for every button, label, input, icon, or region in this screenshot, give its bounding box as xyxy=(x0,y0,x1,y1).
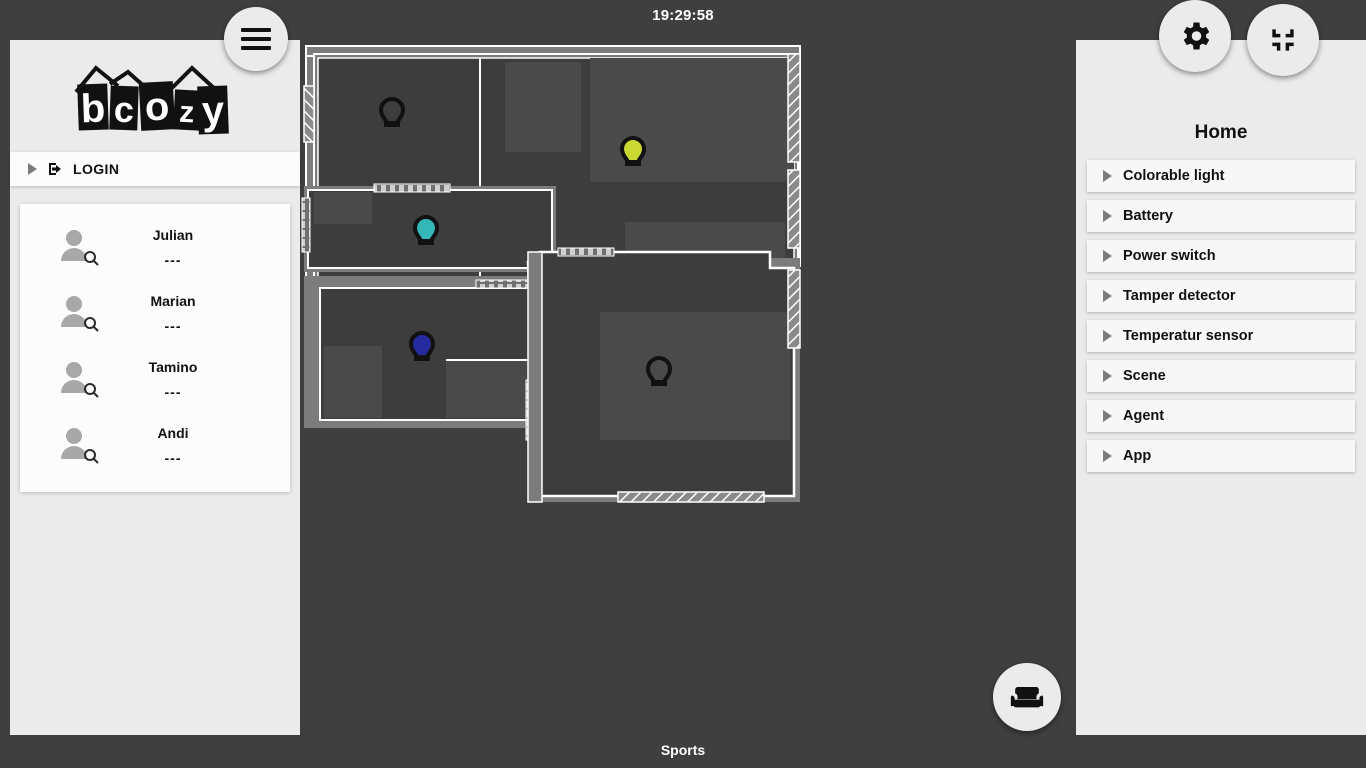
list-item[interactable]: Andi --- xyxy=(20,412,290,478)
triangle-right-icon xyxy=(1103,170,1112,182)
triangle-right-icon xyxy=(1103,370,1112,382)
window xyxy=(617,491,765,503)
person-search-icon xyxy=(60,359,102,399)
list-item[interactable]: Marian --- xyxy=(20,280,290,346)
user-name: Julian xyxy=(152,226,194,243)
settings-button[interactable] xyxy=(1159,0,1231,72)
door-opening xyxy=(373,183,451,193)
window xyxy=(303,85,315,143)
menu-icon xyxy=(241,28,271,50)
sidebar-item-temperature-sensor[interactable]: Temperatur sensor xyxy=(1087,320,1355,352)
user-name: Andi xyxy=(157,424,189,441)
left-sidebar: b c o z y LOGIN Julian --- Marian --- Ta… xyxy=(10,40,300,735)
svg-text:b: b xyxy=(80,87,106,132)
svg-text:o: o xyxy=(144,84,171,129)
triangle-right-icon xyxy=(1103,330,1112,342)
menu-button[interactable] xyxy=(224,7,288,71)
list-item[interactable]: Julian --- xyxy=(20,214,290,280)
sidebar-item-label: Power switch xyxy=(1123,248,1216,264)
exit-fullscreen-button[interactable] xyxy=(1247,4,1319,76)
svg-text:y: y xyxy=(201,89,226,134)
sidebar-item-label: Colorable light xyxy=(1123,168,1225,184)
sidebar-item-label: Tamper detector xyxy=(1123,288,1236,304)
triangle-right-icon xyxy=(1103,410,1112,422)
sidebar-item-power-switch[interactable]: Power switch xyxy=(1087,240,1355,272)
right-sidebar: Home Colorable light Battery Power switc… xyxy=(1076,40,1366,735)
user-name: Marian xyxy=(150,292,196,309)
sidebar-item-colorable-light[interactable]: Colorable light xyxy=(1087,160,1355,192)
door-opening xyxy=(475,279,533,289)
sidebar-item-label: Agent xyxy=(1123,408,1165,424)
bottom-status-label: Sports xyxy=(660,742,706,758)
user-status: --- xyxy=(164,383,182,400)
sidebar-item-label: Temperatur sensor xyxy=(1123,328,1254,344)
sidebar-item-battery[interactable]: Battery xyxy=(1087,200,1355,232)
login-icon xyxy=(49,163,61,175)
list-item[interactable]: Tamino --- xyxy=(20,346,290,412)
window xyxy=(787,169,801,249)
sidebar-item-tamper-detector[interactable]: Tamper detector xyxy=(1087,280,1355,312)
user-status: --- xyxy=(164,449,182,466)
window xyxy=(301,197,311,253)
light-hallway[interactable] xyxy=(412,214,440,245)
svg-text:c: c xyxy=(113,89,134,131)
bcozy-logo-icon: b c o z y xyxy=(74,65,229,135)
user-name: Tamino xyxy=(148,358,198,375)
triangle-right-icon xyxy=(28,163,37,175)
floorplan-svg[interactable] xyxy=(300,40,1076,735)
person-search-icon xyxy=(60,227,102,267)
person-search-icon xyxy=(60,293,102,333)
room-livingroom[interactable] xyxy=(526,250,800,502)
sidebar-item-label: App xyxy=(1123,448,1152,464)
triangle-right-icon xyxy=(1103,210,1112,222)
compress-icon xyxy=(1272,29,1294,51)
triangle-right-icon xyxy=(1103,250,1112,262)
user-status: --- xyxy=(164,251,182,268)
smart-home-dashboard: b c o z y LOGIN Julian --- Marian --- Ta… xyxy=(0,0,1366,768)
user-list: Julian --- Marian --- Tamino --- Andi --… xyxy=(20,204,290,492)
triangle-right-icon xyxy=(1103,290,1112,302)
device-category-list: Colorable light Battery Power switch Tam… xyxy=(1076,160,1366,472)
gear-icon xyxy=(1183,22,1210,50)
svg-text:z: z xyxy=(179,96,196,130)
room-view-button[interactable] xyxy=(993,663,1061,731)
window xyxy=(787,269,801,349)
login-label: LOGIN xyxy=(73,161,120,177)
sidebar-item-agent[interactable]: Agent xyxy=(1087,400,1355,432)
sidebar-item-label: Battery xyxy=(1123,208,1173,224)
person-search-icon xyxy=(60,425,102,465)
bottom-bar: Sports xyxy=(0,734,1366,768)
sidebar-item-label: Scene xyxy=(1123,368,1166,384)
door-opening xyxy=(557,247,615,257)
sidebar-item-scene[interactable]: Scene xyxy=(1087,360,1355,392)
sidebar-item-app[interactable]: App xyxy=(1087,440,1355,472)
window xyxy=(787,53,801,163)
light-livingroom[interactable] xyxy=(619,135,647,166)
light-kitchen[interactable] xyxy=(408,330,436,361)
login-button[interactable]: LOGIN xyxy=(10,152,300,186)
floorplan-canvas[interactable] xyxy=(300,40,1076,735)
sofa-icon xyxy=(1010,687,1044,708)
triangle-right-icon xyxy=(1103,450,1112,462)
user-status: --- xyxy=(164,317,182,334)
wall xyxy=(527,251,543,503)
